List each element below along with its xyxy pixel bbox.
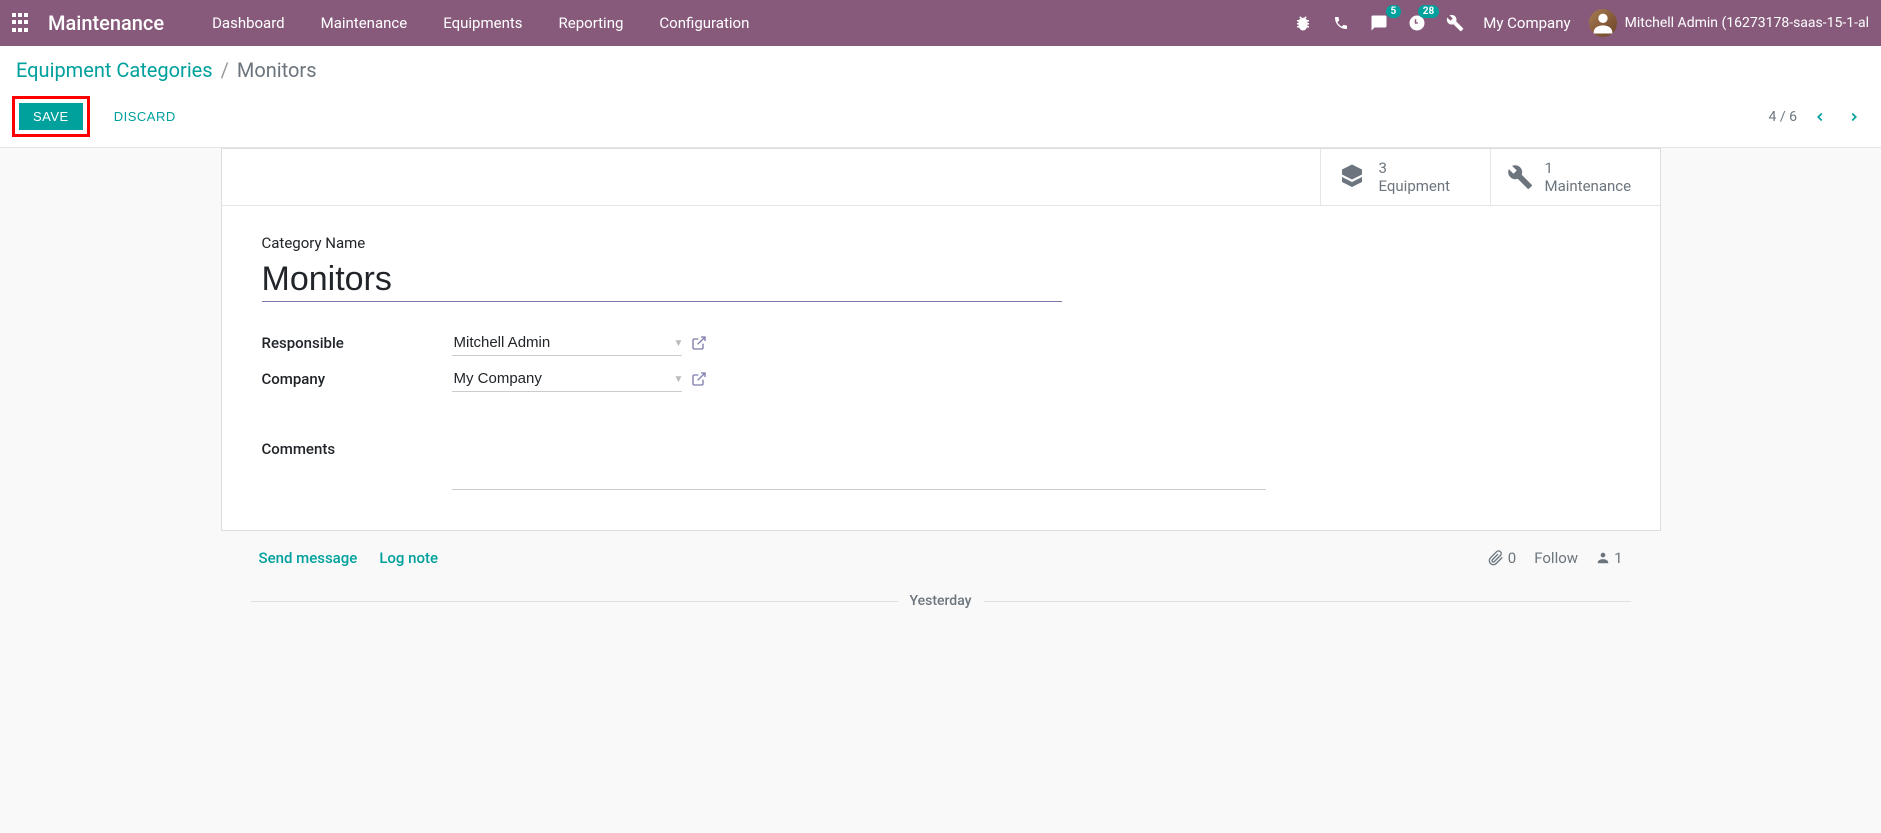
person-icon — [1596, 551, 1610, 565]
bug-icon[interactable] — [1293, 13, 1313, 33]
control-panel: Equipment Categories / Monitors SAVE DIS… — [0, 46, 1881, 148]
user-name: Mitchell Admin (16273178-saas-15-1-al — [1625, 15, 1869, 31]
divider-label: Yesterday — [910, 593, 972, 609]
menu-dashboard[interactable]: Dashboard — [194, 2, 303, 44]
pager: 4 / 6 — [1769, 106, 1865, 128]
stat-equipment-button[interactable]: 3 Equipment — [1320, 149, 1490, 205]
attachments-button[interactable]: 0 — [1488, 549, 1516, 567]
stat-maintenance-button[interactable]: 1 Maintenance — [1490, 149, 1660, 205]
messages-badge: 5 — [1386, 5, 1402, 18]
discard-button[interactable]: DISCARD — [100, 103, 190, 130]
attachments-count: 0 — [1508, 549, 1516, 567]
comments-label: Comments — [262, 440, 452, 458]
chatter-date-divider: Yesterday — [251, 593, 1631, 609]
app-brand: Maintenance — [48, 11, 164, 35]
activities-icon[interactable]: 28 — [1407, 13, 1427, 33]
company-selector[interactable]: My Company — [1483, 14, 1570, 32]
activities-badge: 28 — [1418, 5, 1439, 18]
breadcrumb-current: Monitors — [237, 58, 317, 82]
wrench-icon — [1507, 164, 1533, 190]
company-dropdown-icon[interactable]: ▼ — [674, 374, 684, 385]
stat-buttons: 3 Equipment 1 Maintenance — [222, 149, 1660, 206]
messages-icon[interactable]: 5 — [1369, 13, 1389, 33]
log-note-button[interactable]: Log note — [379, 549, 438, 567]
paperclip-icon — [1488, 550, 1504, 566]
responsible-input[interactable] — [452, 330, 682, 356]
main-menu: Dashboard Maintenance Equipments Reporti… — [194, 2, 767, 44]
send-message-button[interactable]: Send message — [259, 549, 358, 567]
company-label: Company — [262, 370, 452, 388]
stat-maintenance-label: Maintenance — [1545, 177, 1632, 195]
user-avatar-icon — [1589, 9, 1617, 37]
responsible-label: Responsible — [262, 334, 452, 352]
stat-maintenance-count: 1 — [1545, 159, 1632, 177]
follow-button[interactable]: Follow — [1534, 549, 1578, 567]
category-name-input[interactable] — [262, 258, 1062, 302]
company-input[interactable] — [452, 366, 682, 392]
pager-next-icon[interactable] — [1843, 106, 1865, 128]
menu-configuration[interactable]: Configuration — [641, 2, 767, 44]
breadcrumb-parent[interactable]: Equipment Categories — [16, 58, 213, 82]
comments-textarea[interactable] — [452, 470, 1267, 490]
menu-maintenance[interactable]: Maintenance — [303, 2, 426, 44]
breadcrumb-separator: / — [221, 58, 229, 82]
navbar-right: 5 28 My Company Mitchell Admin (16273178… — [1293, 9, 1869, 37]
pager-prev-icon[interactable] — [1809, 106, 1831, 128]
followers-count: 1 — [1614, 549, 1622, 567]
pager-position: 4 / 6 — [1769, 109, 1797, 125]
apps-menu-icon[interactable] — [12, 13, 32, 33]
company-external-link-icon[interactable] — [691, 371, 707, 387]
menu-equipments[interactable]: Equipments — [425, 2, 540, 44]
save-button[interactable]: SAVE — [19, 103, 83, 130]
stat-equipment-label: Equipment — [1379, 177, 1451, 195]
responsible-external-link-icon[interactable] — [691, 335, 707, 351]
stat-equipment-count: 3 — [1379, 159, 1451, 177]
phone-icon[interactable] — [1331, 13, 1351, 33]
chatter: Send message Log note 0 Follow 1 — [251, 549, 1631, 609]
top-navbar: Maintenance Dashboard Maintenance Equipm… — [0, 0, 1881, 46]
tools-icon[interactable] — [1445, 13, 1465, 33]
followers-button[interactable]: 1 — [1596, 549, 1622, 567]
menu-reporting[interactable]: Reporting — [541, 2, 642, 44]
responsible-dropdown-icon[interactable]: ▼ — [674, 338, 684, 349]
form-sheet: 3 Equipment 1 Maintenance Category Name … — [221, 148, 1661, 531]
cubes-icon — [1337, 162, 1367, 192]
category-name-label: Category Name — [262, 234, 1620, 252]
user-menu[interactable]: Mitchell Admin (16273178-saas-15-1-al — [1589, 9, 1869, 37]
breadcrumb: Equipment Categories / Monitors — [16, 58, 1865, 82]
